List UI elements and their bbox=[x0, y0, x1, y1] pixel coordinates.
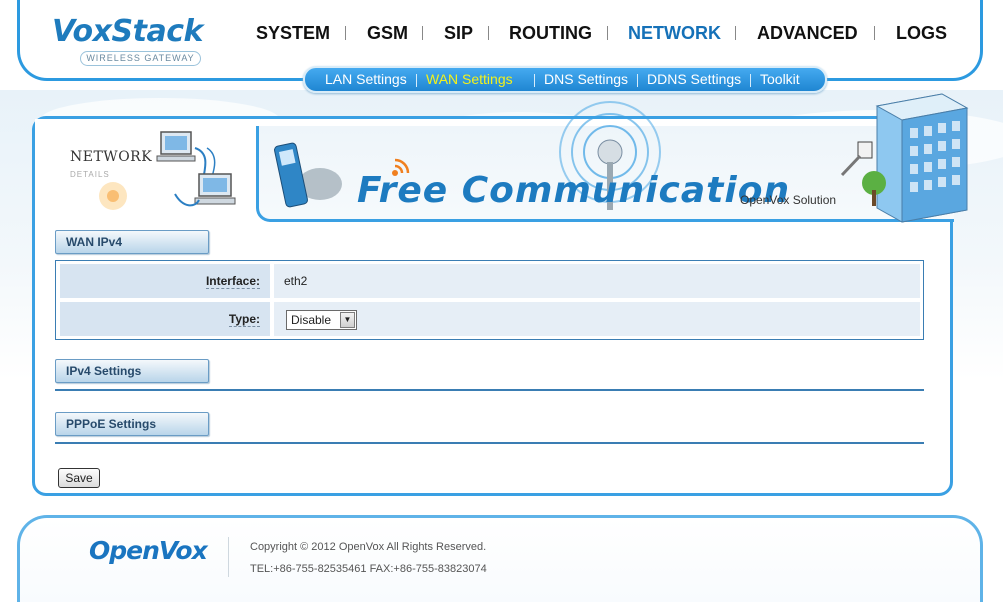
voxstack-logo: VoxStack bbox=[52, 14, 203, 49]
subnav-ddns-settings[interactable]: DDNS Settings bbox=[647, 71, 741, 87]
nav-routing[interactable]: ROUTING bbox=[509, 23, 592, 44]
subnav-toolkit[interactable]: Toolkit bbox=[760, 71, 800, 87]
subnav-dns-settings[interactable]: DNS Settings bbox=[544, 71, 628, 87]
banner-section-subtitle: DETAILS bbox=[70, 170, 110, 179]
ipv4-settings-divider bbox=[55, 389, 924, 391]
type-row: Disable ▼ bbox=[274, 302, 920, 336]
mobile-phone-icon bbox=[274, 142, 342, 208]
section-tab-wan-ipv4[interactable]: WAN IPv4 bbox=[55, 230, 209, 254]
wan-ipv4-table: Interface: eth2 Type: Disable ▼ bbox=[55, 260, 924, 340]
banner-tagline: OpenVox Solution bbox=[740, 193, 837, 207]
section-tab-pppoe-settings[interactable]: PPPoE Settings bbox=[55, 412, 209, 436]
nav-separator bbox=[345, 26, 346, 40]
footer-copyright: Copyright © 2012 OpenVox All Rights Rese… bbox=[250, 541, 487, 553]
subnav-wan-settings[interactable]: WAN Settings bbox=[426, 71, 513, 87]
sub-nav: LAN Settings WAN Settings DNS Settings D… bbox=[303, 66, 827, 93]
nav-separator bbox=[607, 26, 608, 40]
interface-value: eth2 bbox=[274, 264, 920, 298]
building-icon bbox=[840, 93, 969, 223]
chevron-down-icon[interactable]: ▼ bbox=[340, 312, 355, 328]
footer-contact: TEL:+86-755-82535461 FAX:+86-755-8382307… bbox=[250, 563, 487, 575]
section-tab-ipv4-settings[interactable]: IPv4 Settings bbox=[55, 359, 209, 383]
type-label-text: Type: bbox=[228, 312, 260, 327]
nav-separator bbox=[422, 26, 423, 40]
subnav-separator bbox=[416, 74, 417, 87]
interface-label: Interface: bbox=[60, 264, 270, 298]
type-select-value: Disable bbox=[291, 313, 332, 327]
type-select[interactable]: Disable ▼ bbox=[286, 310, 357, 330]
nav-network[interactable]: NETWORK bbox=[628, 23, 721, 44]
logo-subtitle: WIRELESS GATEWAY bbox=[80, 51, 201, 66]
openvox-logo: OpenVox bbox=[89, 536, 208, 565]
banner-section-title: NETWORK bbox=[70, 149, 153, 165]
nav-logs[interactable]: LOGS bbox=[896, 23, 947, 44]
nav-separator bbox=[488, 26, 489, 40]
subnav-separator bbox=[750, 74, 751, 87]
nav-separator bbox=[874, 26, 875, 40]
pppoe-settings-divider bbox=[55, 442, 924, 444]
subnav-lan-settings[interactable]: LAN Settings bbox=[325, 71, 407, 87]
nav-sip[interactable]: SIP bbox=[444, 23, 473, 44]
footer-divider bbox=[228, 537, 229, 577]
interface-label-text: Interface: bbox=[205, 274, 260, 289]
subnav-separator bbox=[534, 74, 535, 87]
type-label: Type: bbox=[60, 302, 270, 336]
subnav-separator bbox=[637, 74, 638, 87]
banner-slogan: Free Communication bbox=[357, 170, 791, 211]
nav-system[interactable]: SYSTEM bbox=[256, 23, 330, 44]
network-computers-icon bbox=[99, 131, 236, 210]
nav-separator bbox=[735, 26, 736, 40]
nav-gsm[interactable]: GSM bbox=[367, 23, 408, 44]
save-button[interactable]: Save bbox=[58, 468, 100, 488]
nav-advanced[interactable]: ADVANCED bbox=[757, 23, 858, 44]
